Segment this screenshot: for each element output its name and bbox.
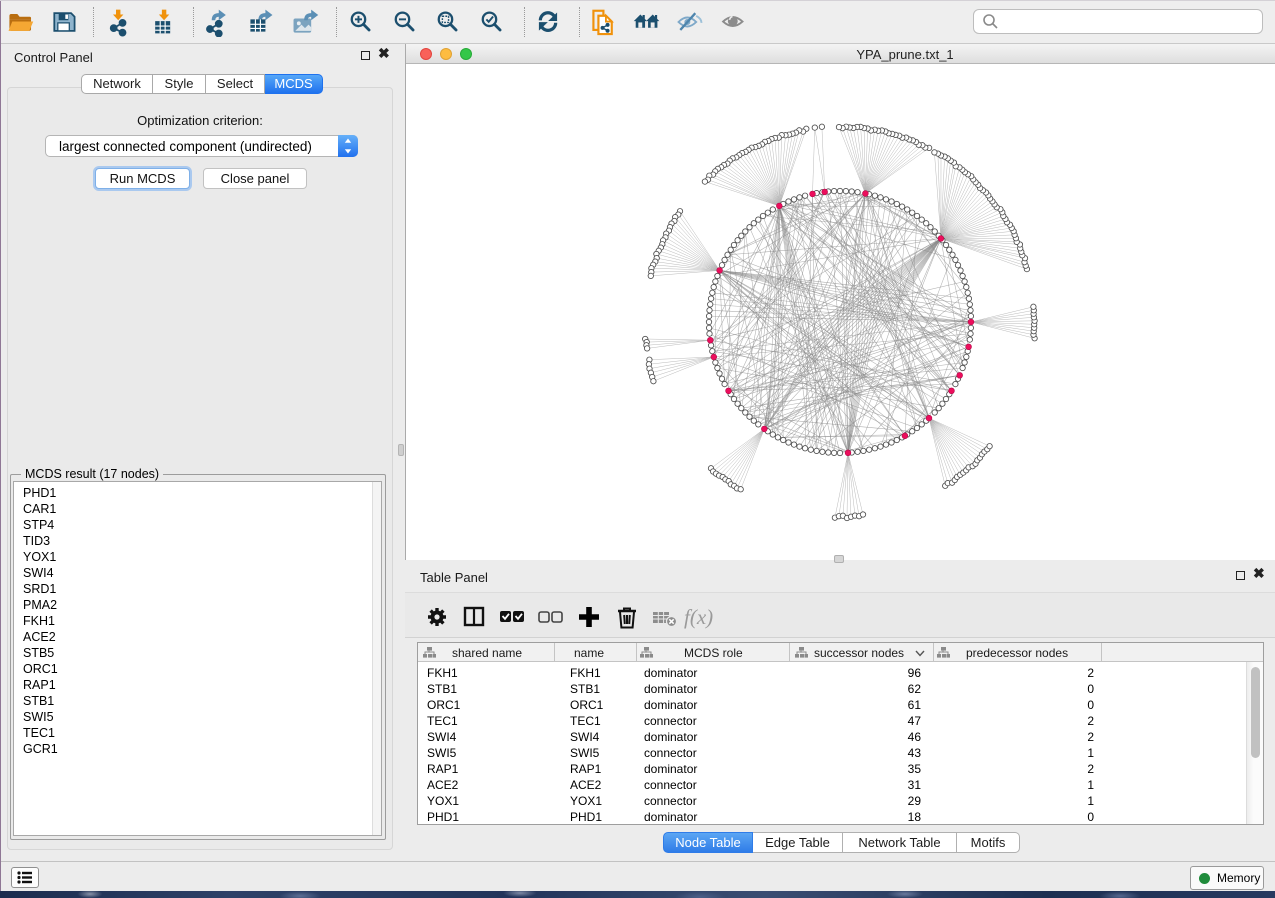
svg-text:f(x): f(x) — [684, 605, 713, 629]
